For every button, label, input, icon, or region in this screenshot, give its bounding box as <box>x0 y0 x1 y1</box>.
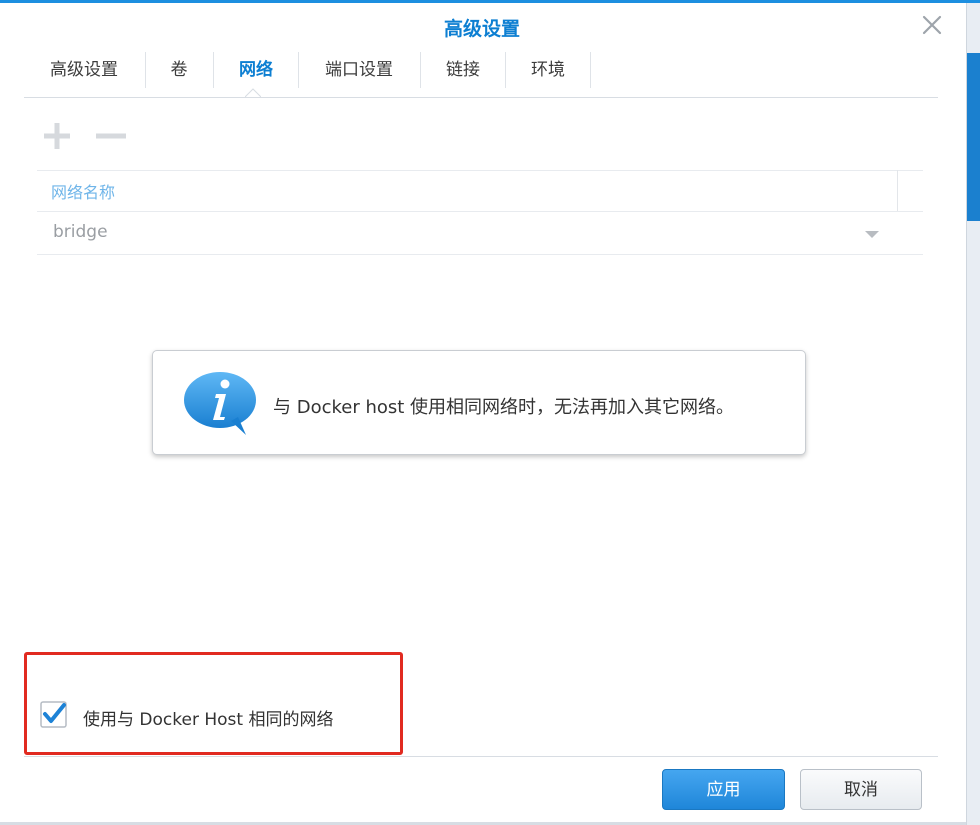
dialog-title: 高级设置 <box>443 18 520 40</box>
chevron-down-icon[interactable] <box>863 229 881 239</box>
tab-environment[interactable]: 环境 <box>506 52 590 89</box>
table-border <box>37 170 923 171</box>
tab-network[interactable]: 网络 <box>214 52 298 89</box>
table-divider <box>37 254 923 255</box>
background-window-edge <box>966 3 980 825</box>
active-tab-indicator <box>245 88 261 97</box>
column-separator <box>897 170 898 211</box>
minus-icon[interactable] <box>94 121 128 151</box>
close-icon[interactable] <box>920 13 944 37</box>
tab-links[interactable]: 链接 <box>421 52 505 89</box>
table-divider <box>37 211 923 212</box>
cancel-button[interactable]: 取消 <box>800 769 922 810</box>
footer-divider <box>24 756 938 757</box>
apply-button[interactable]: 应用 <box>662 769 785 810</box>
column-header-network-name[interactable]: 网络名称 <box>51 179 115 203</box>
info-icon <box>184 372 256 435</box>
window-top-border <box>0 0 980 3</box>
highlight-annotation-box <box>24 652 403 755</box>
network-table: 网络名称 bridge <box>37 170 923 255</box>
tab-advanced-settings[interactable]: 高级设置 <box>24 52 144 89</box>
tab-bar: 高级设置 卷 网络 端口设置 链接 环境 <box>24 52 938 98</box>
tab-volume[interactable]: 卷 <box>146 52 212 89</box>
plus-icon[interactable] <box>40 121 74 151</box>
use-host-network-checkbox[interactable] <box>40 701 67 728</box>
tab-port-settings[interactable]: 端口设置 <box>299 52 419 89</box>
info-message-box: 与 Docker host 使用相同网络时，无法再加入其它网络。 <box>152 350 806 455</box>
network-name-cell[interactable]: bridge <box>53 222 108 242</box>
info-message-text: 与 Docker host 使用相同网络时，无法再加入其它网络。 <box>273 397 735 418</box>
tab-separator <box>590 52 591 88</box>
background-window-accent <box>967 53 980 221</box>
use-host-network-label[interactable]: 使用与 Docker Host 相同的网络 <box>83 705 333 730</box>
